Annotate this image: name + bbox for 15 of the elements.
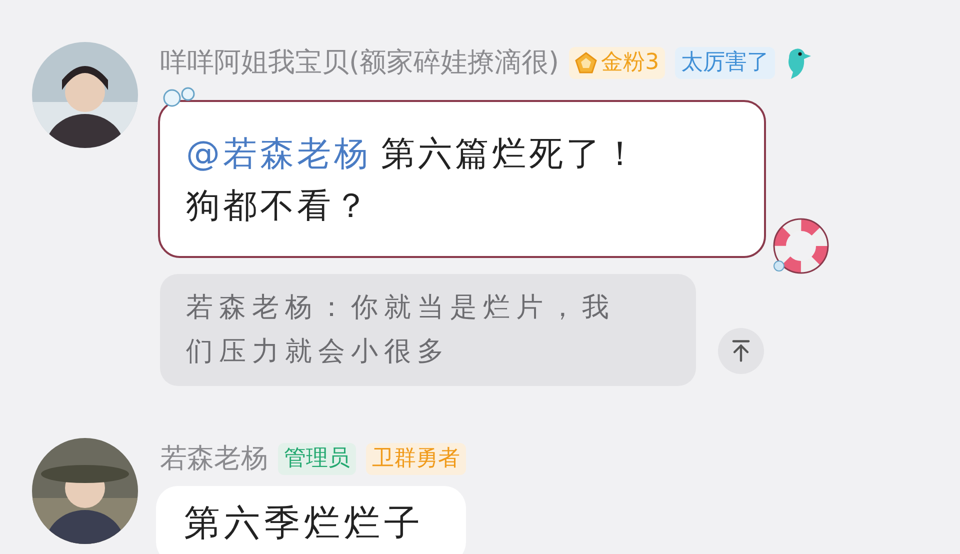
mention-link[interactable]: @若森老杨 bbox=[186, 134, 371, 174]
message-text: 第六季烂烂子 bbox=[184, 504, 425, 544]
quoted-reply[interactable]: 若森老杨：你就当是烂片，我们压力就会小很多 bbox=[160, 274, 696, 386]
scroll-to-top-button[interactable] bbox=[718, 328, 764, 374]
badge: 金粉3 bbox=[569, 47, 666, 79]
pentagon-icon bbox=[575, 52, 598, 74]
badge: 卫群勇者 bbox=[366, 443, 466, 475]
life-ring-icon bbox=[771, 216, 832, 276]
badge: 太厉害了 bbox=[675, 47, 776, 79]
sender-name[interactable]: 若森老杨 bbox=[160, 438, 268, 480]
sender-name[interactable]: 咩咩阿姐我宝贝(额家碎娃撩滴很) bbox=[160, 42, 560, 84]
quote-text: 若森老杨：你就当是烂片，我们压力就会小很多 bbox=[186, 291, 616, 369]
message-text: @若森老杨 第六篇烂死了！ bbox=[186, 133, 641, 176]
badge: 管理员 bbox=[278, 443, 356, 475]
message-text: 狗都不看？ bbox=[186, 185, 372, 228]
